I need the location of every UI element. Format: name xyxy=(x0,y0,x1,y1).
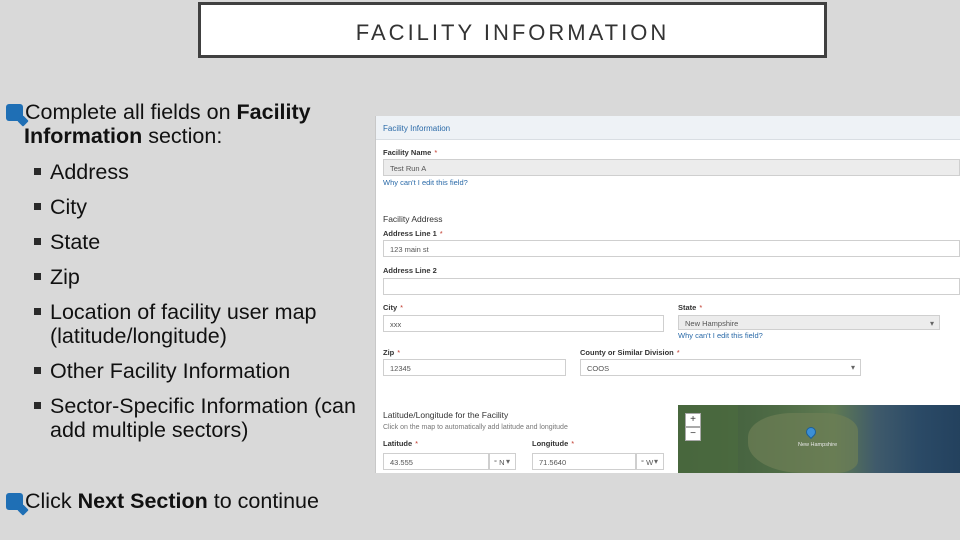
bullet-text: Complete all fields on xyxy=(25,100,237,124)
subitem-address: Address xyxy=(34,160,129,184)
bullet-text: section: xyxy=(142,124,223,148)
checkbox-bullet-icon xyxy=(6,493,23,510)
zip-input[interactable]: 12345 xyxy=(383,359,566,376)
subitem-sector: Sector-Specific Information (can add mul… xyxy=(34,394,356,442)
city-label: City * xyxy=(383,303,404,312)
bullet-bold-text: Information xyxy=(24,124,143,148)
next-section-text: Next Section xyxy=(77,489,208,513)
latlong-heading: Latitude/Longitude for the Facility xyxy=(383,410,509,420)
state-select[interactable]: New Hampshire xyxy=(678,315,940,330)
subitem-zip: Zip xyxy=(34,265,80,289)
square-bullet-icon xyxy=(34,273,41,280)
zip-label: Zip * xyxy=(383,348,401,357)
form-header: Facility Information xyxy=(376,116,960,140)
square-bullet-icon xyxy=(34,402,41,409)
bullet-bold-text: Facility xyxy=(236,100,311,124)
checkbox-bullet-icon xyxy=(6,104,23,121)
longitude-input[interactable]: 71.5640 xyxy=(532,453,636,470)
facility-form-screenshot: Facility Information Facility Name * Test… xyxy=(375,116,960,473)
slide-title: FACILITY INFORMATION xyxy=(355,20,670,45)
square-bullet-icon xyxy=(34,203,41,210)
state-label: State * xyxy=(678,303,703,312)
subitem-city: City xyxy=(34,195,87,219)
map-label: New Hampshire xyxy=(798,442,838,448)
address1-label: Address Line 1 * xyxy=(383,229,443,238)
city-input[interactable]: xxx xyxy=(383,315,664,332)
subitem-other: Other Facility Information xyxy=(34,359,290,383)
county-label: County or Similar Division * xyxy=(580,348,680,357)
subitem-location: Location of facility user map (latitude/… xyxy=(34,300,317,348)
latitude-direction-select[interactable]: ° N xyxy=(489,453,516,470)
location-map[interactable]: + − New Hampshire xyxy=(678,405,960,473)
latitude-input[interactable]: 43.555 xyxy=(383,453,489,470)
facility-name-input[interactable]: Test Run A xyxy=(383,159,960,176)
county-select[interactable]: COOS xyxy=(580,359,861,376)
latitude-label: Latitude * xyxy=(383,439,419,448)
zoom-in-button[interactable]: + xyxy=(685,413,701,427)
square-bullet-icon xyxy=(34,168,41,175)
title-box: FACILITY INFORMATION xyxy=(198,2,827,58)
facility-address-heading: Facility Address xyxy=(383,214,443,224)
why-cant-edit-link-state[interactable]: Why can't I edit this field? xyxy=(678,331,763,340)
latlong-hint: Click on the map to automatically add la… xyxy=(383,424,568,431)
address1-input[interactable]: 123 main st xyxy=(383,240,960,257)
square-bullet-icon xyxy=(34,367,41,374)
subitem-state: State xyxy=(34,230,100,254)
bullet-complete-fields: Complete all fields on Facility Informat… xyxy=(6,100,311,148)
square-bullet-icon xyxy=(34,238,41,245)
square-bullet-icon xyxy=(34,308,41,315)
bullet-click-next: Click Next Section to continue xyxy=(6,489,319,513)
address2-label: Address Line 2 xyxy=(383,266,437,275)
facility-name-label: Facility Name * xyxy=(383,148,438,157)
zoom-out-button[interactable]: − xyxy=(685,427,701,441)
longitude-label: Longitude * xyxy=(532,439,575,448)
longitude-direction-select[interactable]: ° W xyxy=(636,453,664,470)
why-cant-edit-link[interactable]: Why can't I edit this field? xyxy=(383,178,468,187)
address2-input[interactable] xyxy=(383,278,960,295)
